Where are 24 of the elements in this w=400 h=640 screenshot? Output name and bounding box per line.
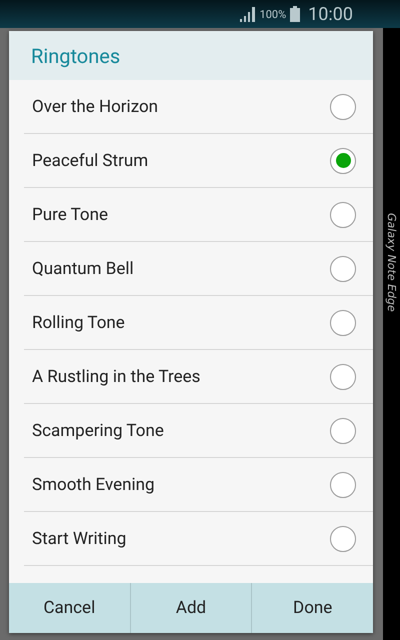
ringtone-item[interactable]: Start Writing [24,512,373,566]
signal-icon [238,6,256,22]
radio-button[interactable] [330,364,356,390]
ringtone-item[interactable]: Over the Horizon [24,80,373,134]
ringtone-item[interactable]: Rolling Tone [24,296,373,350]
radio-button[interactable] [330,472,356,498]
radio-button[interactable] [330,202,356,228]
radio-button[interactable] [330,256,356,282]
ringtone-item[interactable]: Pure Tone [24,188,373,242]
radio-button[interactable] [330,148,356,174]
clock: 10:00 [308,4,353,24]
ringtone-item[interactable]: Scampering Tone [24,404,373,458]
radio-button[interactable] [330,418,356,444]
radio-button[interactable] [330,526,356,552]
battery-icon [290,6,300,22]
radio-button[interactable] [330,310,356,336]
ringtone-item[interactable]: Quantum Bell [24,242,373,296]
ringtone-item[interactable]: Peaceful Strum [24,134,373,188]
radio-button[interactable] [330,94,356,120]
dialog-title: Ringtones [31,44,120,68]
ringtone-item[interactable]: Smooth Evening [24,458,373,512]
ringtone-item[interactable]: A Rustling in the Trees [24,350,373,404]
battery-percent: 100% [260,8,286,20]
device-label: Galaxy Note Edge [385,213,398,312]
